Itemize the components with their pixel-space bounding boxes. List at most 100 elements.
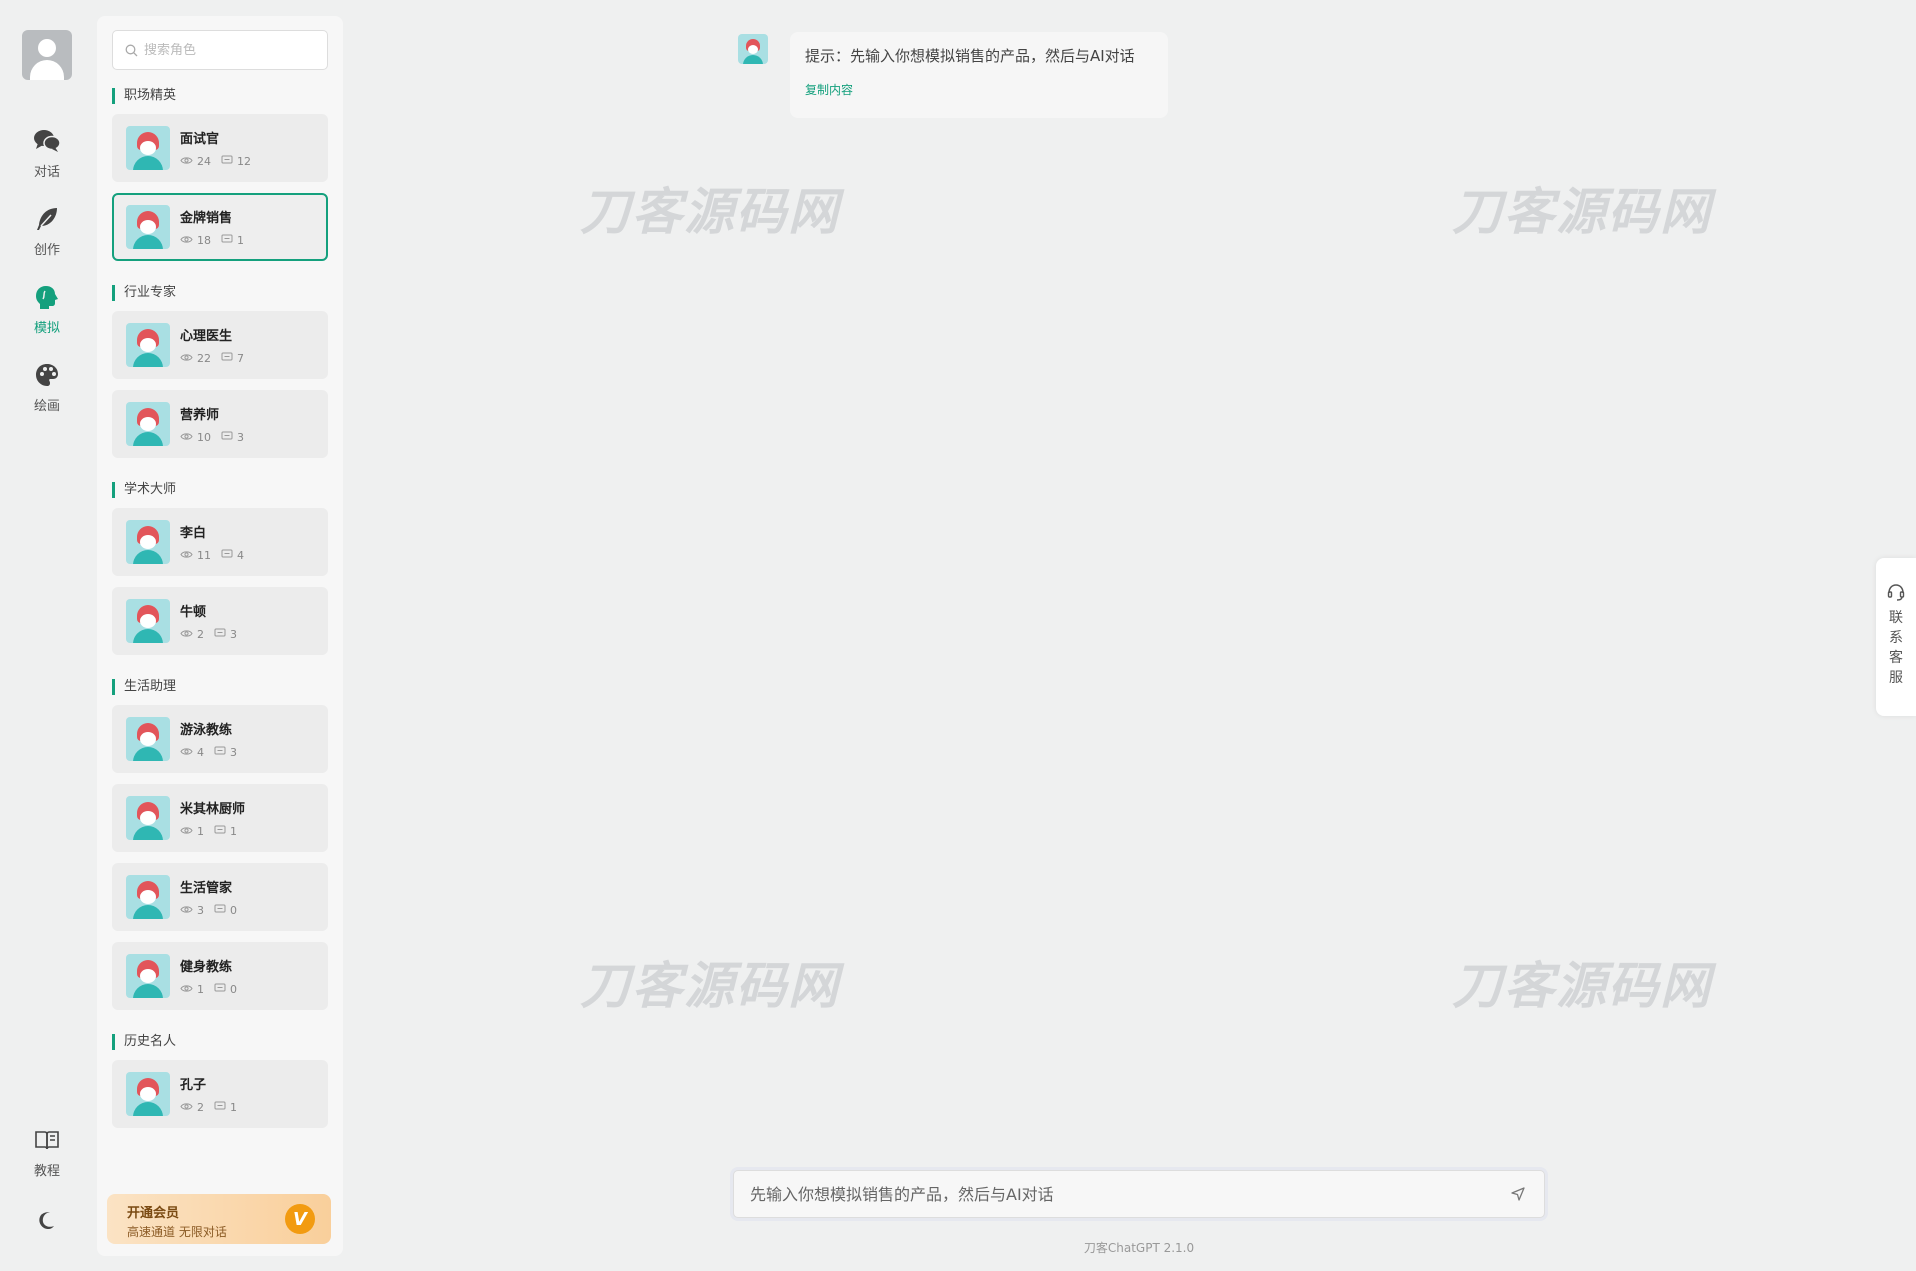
rail-item-tutorial[interactable]: 教程 [0, 1125, 94, 1179]
chats-stat: 12 [221, 155, 251, 168]
role-name: 生活管家 [180, 881, 233, 896]
chats-count: 7 [237, 352, 244, 365]
chats-stat: 0 [214, 983, 237, 996]
chats-stat: 3 [214, 746, 237, 759]
eye-icon [180, 155, 197, 168]
eye-icon [180, 825, 197, 838]
search-box[interactable] [112, 30, 328, 70]
role-stats: 18 1 [180, 234, 254, 247]
eye-icon [180, 234, 197, 247]
chats-count: 1 [237, 234, 244, 247]
message-input[interactable] [750, 1184, 1508, 1204]
role-card[interactable]: 金牌销售 18 1 [112, 193, 328, 261]
chats-count: 3 [230, 746, 237, 759]
send-icon[interactable] [1508, 1184, 1528, 1204]
role-info: 面试官 24 12 [180, 128, 261, 168]
vip-banner[interactable]: 开通会员 高速通道 无限对话 V [107, 1194, 331, 1244]
chats-stat: 3 [214, 628, 237, 641]
chats-stat: 4 [221, 549, 244, 562]
views-stat: 3 [180, 904, 204, 917]
section-title: 历史名人 [112, 1034, 328, 1050]
chats-count: 0 [230, 904, 237, 917]
rail-item-label: 教程 [33, 1164, 60, 1179]
rail-item-create[interactable]: 创作 [0, 204, 94, 258]
role-card[interactable]: 生活管家 3 0 [112, 863, 328, 931]
message-composer [733, 1170, 1545, 1218]
role-stats: 22 7 [180, 352, 254, 365]
role-avatar [126, 126, 170, 170]
eye-icon [180, 983, 197, 996]
search-icon [125, 44, 138, 56]
role-stats: 43 [180, 746, 247, 759]
role-name: 李白 [180, 526, 207, 541]
rail-item-chat[interactable]: 对话 [0, 126, 94, 180]
chats-count: 1 [230, 825, 237, 838]
role-stats: 10 [180, 983, 247, 996]
views-count: 24 [197, 155, 211, 168]
role-name: 营养师 [180, 408, 220, 423]
chats-count: 3 [237, 431, 244, 444]
role-card[interactable]: 健身教练 1 0 [112, 942, 328, 1010]
views-stat: 18 [180, 234, 211, 247]
user-avatar[interactable] [22, 30, 72, 80]
role-card[interactable]: 心理医生 22 7 [112, 311, 328, 379]
role-card[interactable]: 孔子 2 1 [112, 1060, 328, 1128]
eye-icon [180, 549, 197, 562]
eye-icon [180, 746, 197, 759]
bot-avatar [738, 34, 768, 64]
role-stats: 11 [180, 825, 247, 838]
role-name: 米其林厨师 [180, 802, 246, 817]
eye-icon [180, 431, 197, 444]
rail-item-simulate[interactable]: 模拟 [0, 282, 94, 336]
role-stats: 11 4 [180, 549, 254, 562]
views-count: 1 [197, 983, 204, 996]
views-stat: 1 [180, 983, 204, 996]
head-icon [32, 282, 62, 312]
role-name: 孔子 [180, 1078, 207, 1093]
role-card[interactable]: 游泳教练 4 3 [112, 705, 328, 773]
message-icon [221, 155, 237, 168]
chats-count: 1 [230, 1101, 237, 1114]
message-icon [221, 549, 237, 562]
moon-icon[interactable] [32, 1205, 62, 1235]
role-card[interactable]: 面试官 24 12 [112, 114, 328, 182]
role-name: 游泳教练 [180, 723, 233, 738]
chats-count: 3 [230, 628, 237, 641]
role-name: 面试官 [180, 132, 220, 147]
copy-content-link[interactable]: 复制内容 [805, 81, 1153, 98]
role-card[interactable]: 营养师 10 3 [112, 390, 328, 458]
chats-stat: 1 [214, 825, 237, 838]
search-input[interactable] [144, 42, 314, 58]
section-title: 职场精英 [112, 88, 328, 104]
headset-icon [1887, 584, 1905, 601]
role-card[interactable]: 李白 11 4 [112, 508, 328, 576]
role-stats: 30 [180, 904, 247, 917]
role-card[interactable]: 牛顿 2 3 [112, 587, 328, 655]
role-name: 健身教练 [180, 960, 233, 975]
message-icon [214, 904, 230, 917]
version-label: 刀客ChatGPT 2.1.0 [1083, 1241, 1195, 1255]
role-info: 健身教练 1 0 [180, 956, 247, 996]
role-stats: 10 3 [180, 431, 254, 444]
views-count: 2 [197, 628, 204, 641]
rail-item-label: 绘画 [33, 399, 60, 414]
role-name: 牛顿 [180, 605, 207, 620]
role-info: 牛顿 2 3 [180, 601, 247, 641]
role-avatar [126, 520, 170, 564]
role-avatar [126, 205, 170, 249]
role-stats: 23 [180, 628, 247, 641]
rail-item-paint[interactable]: 绘画 [0, 360, 94, 414]
views-stat: 1 [180, 825, 204, 838]
role-avatar [126, 954, 170, 998]
eye-icon [180, 628, 197, 641]
role-avatar [126, 796, 170, 840]
chats-stat: 1 [214, 1101, 237, 1114]
chats-count: 0 [230, 983, 237, 996]
eye-icon [180, 352, 197, 365]
views-count: 11 [197, 549, 211, 562]
views-stat: 10 [180, 431, 211, 444]
role-info: 金牌销售 18 1 [180, 207, 254, 247]
views-stat: 2 [180, 628, 204, 641]
contact-support-tab[interactable]: 联系客服 [1876, 558, 1916, 716]
role-card[interactable]: 米其林厨师 1 1 [112, 784, 328, 852]
